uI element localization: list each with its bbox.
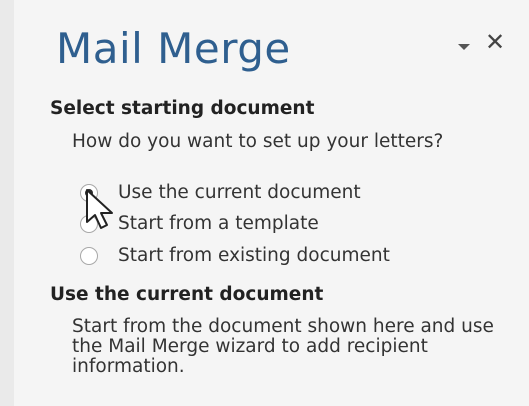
option-start-from-template[interactable]: Start from a template [80,211,529,237]
option-label: Start from a template [118,213,319,234]
radio-button[interactable] [80,215,98,233]
option-start-from-existing-document[interactable]: Start from existing document [80,243,529,269]
pane-header: Mail Merge ✕ [14,0,529,100]
close-button[interactable]: ✕ [483,30,507,54]
mail-merge-pane: Mail Merge ✕ Select starting document Ho… [14,0,529,406]
setup-prompt: How do you want to set up your letters? [72,131,444,152]
dropdown-arrow-icon [458,44,470,50]
radio-button-selected[interactable] [80,184,98,202]
pane-title: Mail Merge [56,24,291,73]
section-heading-use-current-document: Use the current document [50,284,324,305]
left-edge-strip [0,0,14,406]
section-heading-select-starting-document: Select starting document [50,98,315,119]
close-icon: ✕ [484,28,506,56]
option-use-current-document[interactable]: Use the current document [80,180,529,206]
section-description: Start from the document shown here and u… [72,316,494,377]
option-label: Start from existing document [118,245,390,266]
task-pane-options-button[interactable] [455,38,473,52]
option-label: Use the current document [118,182,361,203]
radio-button[interactable] [80,247,98,265]
